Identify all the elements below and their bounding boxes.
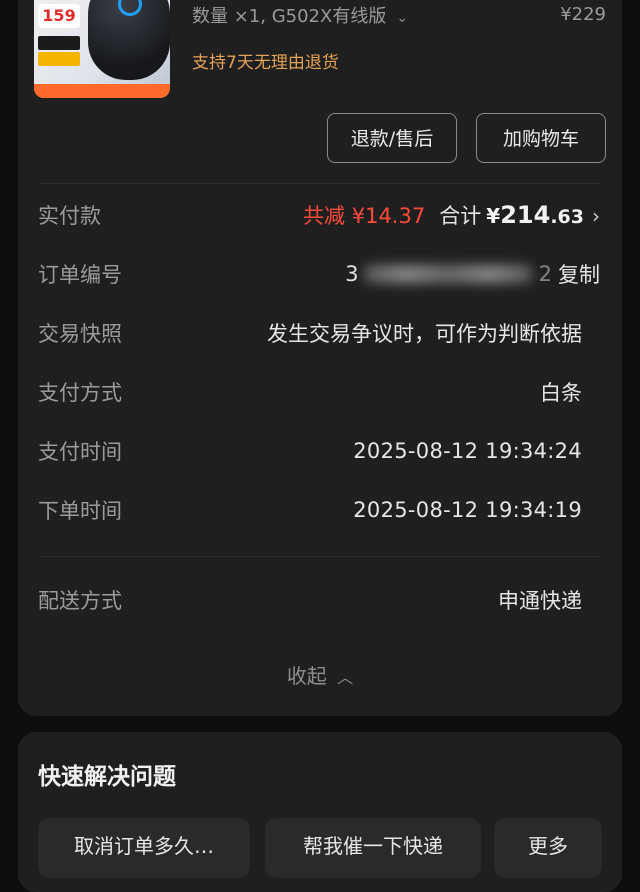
order-number-redacted (362, 265, 533, 283)
payment-row[interactable]: 实付款 共减 ¥14.37 合计 ¥214.63 › (38, 200, 600, 230)
thumbnail-badge (38, 36, 80, 50)
chevron-down-icon: ⌄ (396, 10, 409, 26)
product-thumbnail[interactable]: 159 (34, 0, 170, 98)
delivery-value: 申通快递 (498, 589, 582, 613)
divider (38, 183, 600, 184)
product-spec[interactable]: 数量 ×1, G502X有线版 ⌄ (192, 2, 408, 28)
payment-label: 实付款 (38, 204, 101, 228)
order-number-label: 订单编号 (38, 263, 122, 287)
chevron-up-icon: ︿ (337, 668, 354, 687)
order-number-value: 3 2 复制 (345, 259, 600, 289)
order-number-row: 订单编号 3 2 复制 (38, 259, 600, 289)
chevron-right-icon: › (592, 204, 600, 228)
snapshot-row[interactable]: 交易快照 发生交易争议时，可作为判断依据 (38, 318, 600, 348)
thumbnail-badge (38, 52, 80, 66)
mouse-image (88, 0, 170, 80)
thumbnail-price-tag: 159 (38, 4, 80, 28)
order-time-label: 下单时间 (38, 499, 122, 523)
total-amount: ¥214.63 (486, 201, 584, 229)
payment-method-label: 支付方式 (38, 381, 122, 405)
payment-time-value: 2025-08-12 19:34:24 (353, 439, 582, 463)
total-currency: ¥ (486, 204, 501, 228)
payment-method-value: 白条 (540, 381, 582, 405)
total-integer: 214 (500, 201, 551, 229)
snapshot-label: 交易快照 (38, 322, 122, 346)
divider (38, 556, 600, 557)
order-time-value: 2025-08-12 19:34:19 (353, 498, 582, 522)
quick-chip-urge-delivery[interactable]: 帮我催一下快递 (265, 818, 481, 878)
product-price: ¥229 (560, 4, 606, 25)
total-label: 合计 (439, 204, 482, 228)
delivery-row: 配送方式 申通快递 (38, 585, 600, 615)
add-to-cart-button[interactable]: 加购物车 (476, 113, 606, 163)
payment-method-row: 支付方式 白条 (38, 377, 600, 407)
snapshot-value: 发生交易争议时，可作为判断依据 (267, 322, 582, 346)
thumbnail-banner (34, 84, 170, 98)
collapse-label: 收起 (286, 664, 327, 688)
refund-after-sale-button[interactable]: 退款/售后 (327, 113, 457, 163)
collapse-toggle[interactable]: 收起 ︿ (0, 660, 640, 689)
discount-amount: 共减 ¥14.37 (303, 204, 426, 228)
quick-chip-cancel-order[interactable]: 取消订单多久… (38, 818, 250, 878)
quick-chip-more[interactable]: 更多 (494, 818, 602, 878)
payment-time-label: 支付时间 (38, 440, 122, 464)
order-time-row: 下单时间 2025-08-12 19:34:19 (38, 495, 600, 525)
delivery-label: 配送方式 (38, 589, 122, 613)
copy-button[interactable]: 复制 (558, 259, 600, 289)
order-number-prefix: 3 (345, 262, 359, 286)
quick-solve-title: 快速解决问题 (38, 764, 176, 790)
order-number-suffix: 2 (538, 262, 552, 286)
return-policy-note: 支持7天无理由退货 (192, 53, 339, 73)
payment-time-row: 支付时间 2025-08-12 19:34:24 (38, 436, 600, 466)
total-decimal: .63 (550, 206, 584, 228)
product-spec-text: 数量 ×1, G502X有线版 (192, 6, 387, 27)
payment-summary: 共减 ¥14.37 合计 ¥214.63 › (303, 200, 600, 230)
